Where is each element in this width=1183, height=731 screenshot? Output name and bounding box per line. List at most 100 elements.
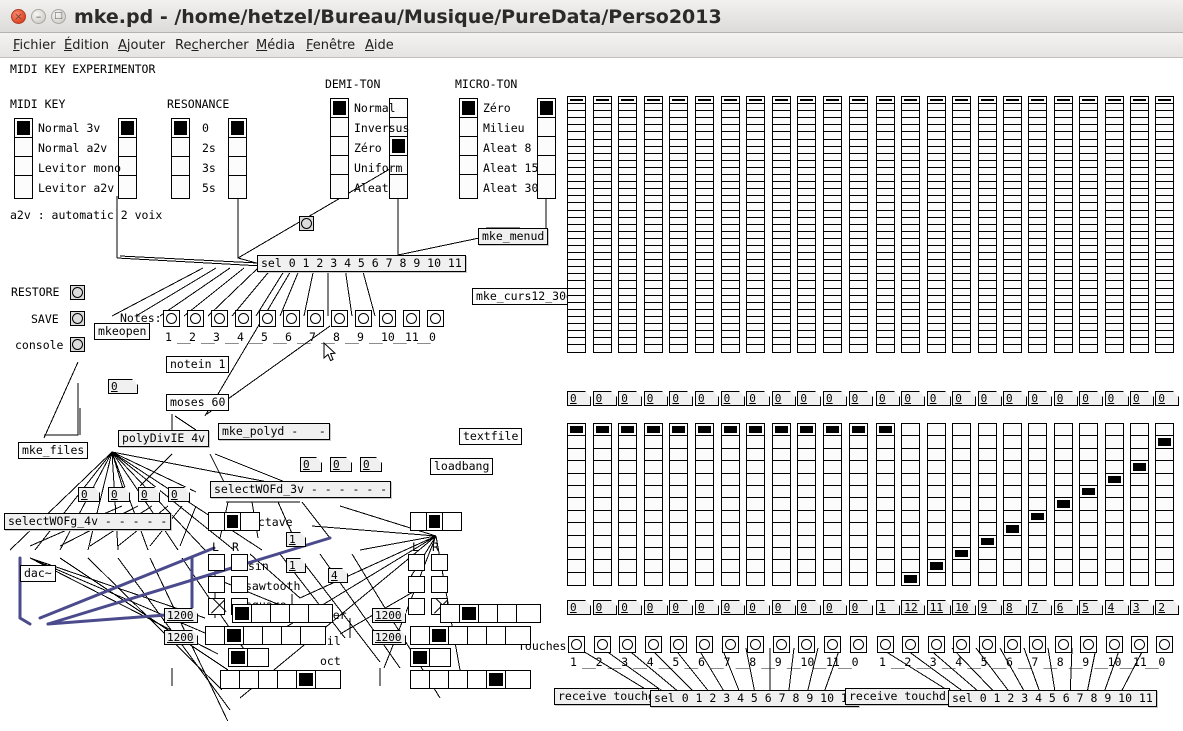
radio-cell[interactable] bbox=[849, 560, 867, 573]
radio-cell[interactable] bbox=[468, 627, 487, 644]
radio-cell[interactable] bbox=[927, 104, 945, 112]
radio-cell[interactable] bbox=[696, 246, 713, 254]
radio-cell[interactable] bbox=[119, 176, 136, 195]
radio-cell[interactable] bbox=[309, 605, 328, 622]
radio-cell[interactable] bbox=[978, 196, 996, 204]
menu-item-aide[interactable]: Aide bbox=[358, 33, 401, 58]
radio-cell[interactable] bbox=[902, 461, 920, 474]
radio-cell[interactable] bbox=[747, 317, 765, 324]
radio-cell[interactable] bbox=[1029, 449, 1047, 462]
radio-cell[interactable] bbox=[902, 331, 920, 339]
radio-cell[interactable] bbox=[1080, 436, 1098, 449]
radio-cell[interactable] bbox=[172, 138, 189, 157]
obj-sel-touchg[interactable]: sel 0 1 2 3 4 5 6 7 8 9 10 11 bbox=[650, 690, 859, 707]
grid-tl-column-0[interactable] bbox=[567, 96, 586, 354]
toggle-sawtooth-r-right[interactable] bbox=[431, 576, 448, 593]
radio-cell[interactable] bbox=[619, 203, 637, 211]
grid-tl-value-0[interactable]: 0 bbox=[567, 390, 591, 406]
radio-cell[interactable] bbox=[978, 523, 996, 536]
radio-cell[interactable] bbox=[411, 513, 427, 530]
radio-cell[interactable] bbox=[747, 523, 765, 536]
radio-cell[interactable] bbox=[460, 175, 477, 194]
radio-cell[interactable] bbox=[619, 548, 637, 561]
radio-cell[interactable] bbox=[1029, 218, 1047, 225]
radio-cell[interactable] bbox=[927, 203, 945, 211]
radio-cell[interactable] bbox=[644, 111, 662, 119]
toggle-square-l-right[interactable] bbox=[408, 598, 425, 615]
radio-cell[interactable] bbox=[722, 573, 739, 585]
grid-bl-value-0[interactable]: 0 bbox=[567, 600, 591, 616]
radio-cell[interactable] bbox=[927, 132, 945, 140]
radio-cell[interactable] bbox=[619, 253, 637, 261]
radio-cell[interactable] bbox=[824, 111, 841, 119]
radio-cell[interactable] bbox=[696, 548, 713, 561]
radio-cell[interactable] bbox=[1080, 97, 1098, 105]
radio-cell[interactable] bbox=[721, 232, 739, 239]
radio-cell[interactable] bbox=[1054, 274, 1072, 282]
radio-cell[interactable] bbox=[1131, 486, 1148, 499]
radio-cell[interactable] bbox=[568, 296, 585, 303]
radio-cell[interactable] bbox=[772, 118, 790, 126]
radio-cell[interactable] bbox=[772, 218, 790, 225]
radio-cell[interactable] bbox=[877, 338, 894, 346]
radio-cell[interactable] bbox=[619, 331, 637, 339]
radio-cell[interactable] bbox=[1131, 175, 1148, 183]
radio-cell[interactable] bbox=[1156, 140, 1174, 147]
radio-cell[interactable] bbox=[1131, 147, 1148, 154]
radio-cell[interactable] bbox=[902, 182, 920, 190]
radio-cell[interactable] bbox=[696, 189, 713, 197]
radio-cell[interactable] bbox=[619, 324, 637, 332]
radio-cell[interactable] bbox=[877, 218, 894, 225]
grid-br-value-7[interactable]: 6 bbox=[1053, 600, 1078, 616]
radio-cell[interactable] bbox=[772, 267, 790, 275]
radio-cell[interactable] bbox=[877, 118, 894, 126]
radio-cell[interactable] bbox=[568, 196, 585, 204]
radio-cell[interactable] bbox=[1156, 239, 1174, 246]
radio-cell[interactable] bbox=[15, 157, 32, 176]
radio-cell[interactable] bbox=[824, 461, 841, 474]
radio-cell[interactable] bbox=[1156, 196, 1174, 204]
radio-cell[interactable] bbox=[1004, 253, 1021, 261]
radio-cell[interactable] bbox=[798, 523, 816, 536]
radio-cell[interactable] bbox=[1080, 511, 1098, 524]
radio-cell[interactable] bbox=[1029, 498, 1047, 511]
radio-cell[interactable] bbox=[619, 104, 637, 112]
radio-cell[interactable] bbox=[849, 140, 867, 147]
radio-cell[interactable] bbox=[568, 218, 585, 225]
radio-cell[interactable] bbox=[1080, 232, 1098, 239]
radio-cell[interactable] bbox=[824, 239, 841, 246]
radio-cell[interactable] bbox=[1029, 548, 1047, 561]
radio-cell[interactable] bbox=[1131, 253, 1148, 261]
radio-cell[interactable] bbox=[644, 560, 662, 573]
radio-cell[interactable] bbox=[619, 523, 637, 536]
radio-cell[interactable] bbox=[849, 211, 867, 218]
radio-cell[interactable] bbox=[953, 118, 971, 126]
grid-bl-column-0[interactable] bbox=[567, 423, 586, 587]
radio-cell[interactable] bbox=[877, 449, 894, 462]
radio-cell[interactable] bbox=[1004, 289, 1021, 296]
radio-cell[interactable] bbox=[252, 605, 271, 622]
radio-cell[interactable] bbox=[721, 253, 739, 261]
radio-cell[interactable] bbox=[747, 175, 765, 183]
radio-cell[interactable] bbox=[696, 125, 713, 133]
radio-cell[interactable] bbox=[1054, 104, 1072, 112]
radio-cell[interactable] bbox=[619, 289, 637, 296]
radio-cell[interactable] bbox=[644, 196, 662, 204]
radio-cell[interactable] bbox=[644, 424, 662, 437]
radio-cell[interactable] bbox=[517, 605, 536, 622]
radio-cell[interactable] bbox=[1156, 449, 1174, 462]
radio-cell[interactable] bbox=[1105, 303, 1123, 310]
radio-cell[interactable] bbox=[953, 196, 971, 204]
radio-cell[interactable] bbox=[927, 296, 945, 303]
radio-cell[interactable] bbox=[877, 132, 894, 140]
radio-cell[interactable] bbox=[1029, 111, 1047, 119]
radio-cell[interactable] bbox=[282, 627, 301, 644]
grid-tr-column-7[interactable] bbox=[1053, 96, 1073, 354]
radio-cell[interactable] bbox=[953, 154, 971, 161]
radio-cell[interactable] bbox=[538, 156, 555, 175]
radio-cell[interactable] bbox=[1029, 303, 1047, 310]
radio-cell[interactable] bbox=[877, 111, 894, 119]
touch-left-toggle-4[interactable] bbox=[670, 636, 688, 653]
radio-cell[interactable] bbox=[721, 260, 739, 268]
radio-cell[interactable] bbox=[619, 189, 637, 197]
